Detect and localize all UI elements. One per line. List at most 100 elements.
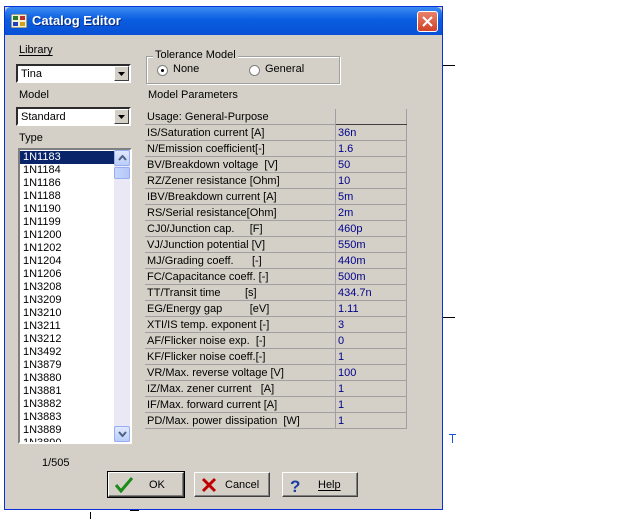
parameter-value[interactable]: 550m <box>335 236 407 253</box>
ok-label: OK <box>149 479 165 491</box>
parameter-name: XTI/IS temp. exponent [-] <box>145 316 336 333</box>
background-line <box>452 434 453 443</box>
type-list-item[interactable]: 1N1206 <box>20 268 116 281</box>
parameter-row[interactable]: BV/Breakdown voltage [V] 50 <box>145 156 407 173</box>
parameter-row[interactable]: AF/Flicker noise exp. [-] 0 <box>145 332 407 349</box>
ok-button[interactable]: OK <box>107 471 185 498</box>
parameter-row[interactable]: KF/Flicker noise coeff.[-] 1 <box>145 348 407 365</box>
tolerance-general-label[interactable]: General <box>265 63 304 75</box>
parameter-row[interactable]: VR/Max. reverse voltage [V] 100 <box>145 364 407 381</box>
parameter-row[interactable]: CJ0/Junction cap. [F] 460p <box>145 220 407 237</box>
parameter-row[interactable]: N/Emission coefficient[-] 1.6 <box>145 140 407 157</box>
tolerance-none-radio[interactable] <box>157 65 168 76</box>
parameter-row[interactable]: RS/Serial resistance[Ohm] 2m <box>145 204 407 221</box>
type-list-item[interactable]: 1N3881 <box>20 385 116 398</box>
type-list-item[interactable]: 1N3882 <box>20 398 116 411</box>
catalog-app-icon <box>11 14 27 28</box>
cancel-button[interactable]: Cancel <box>194 472 270 497</box>
close-button[interactable] <box>417 11 438 32</box>
library-dropdown-button[interactable] <box>114 66 129 81</box>
parameter-value[interactable]: 100 <box>335 364 407 381</box>
cancel-label: Cancel <box>225 479 260 491</box>
parameter-name: N/Emission coefficient[-] <box>145 140 336 157</box>
parameter-value[interactable]: 2m <box>335 204 407 221</box>
type-list-item[interactable]: 1N1204 <box>20 255 116 268</box>
parameter-row[interactable]: EG/Energy gap [eV] 1.11 <box>145 300 407 317</box>
chevron-down-icon <box>118 431 127 437</box>
type-list-item[interactable]: 1N3880 <box>20 372 116 385</box>
library-select[interactable]: Tina <box>16 64 131 83</box>
scroll-up-button[interactable] <box>114 150 130 166</box>
type-list-item[interactable]: 1N3208 <box>20 281 116 294</box>
parameter-value[interactable]: 434.7n <box>335 284 407 301</box>
type-list-item[interactable]: 1N1200 <box>20 229 116 242</box>
type-list-item[interactable]: 1N3883 <box>20 411 116 424</box>
type-list-item[interactable]: 1N3209 <box>20 294 116 307</box>
parameter-value[interactable]: 0 <box>335 332 407 349</box>
parameter-value[interactable]: 460p <box>335 220 407 237</box>
type-list-item[interactable]: 1N3890 <box>20 437 116 442</box>
parameter-value[interactable]: 440m <box>335 252 407 269</box>
parameter-row[interactable]: IS/Saturation current [A] 36n <box>145 124 407 141</box>
type-list-item[interactable]: 1N1188 <box>20 190 116 203</box>
parameter-value[interactable]: 500m <box>335 268 407 285</box>
parameter-row[interactable]: VJ/Junction potential [V] 550m <box>145 236 407 253</box>
parameter-value[interactable]: 10 <box>335 172 407 189</box>
type-listbox[interactable]: 1N1183 1N1184 1N1186 1N1188 1N1190 1N1199 1N12… <box>18 148 132 444</box>
parameter-value[interactable]: 36n <box>335 124 407 141</box>
type-list-item[interactable]: 1N1202 <box>20 242 116 255</box>
type-list-item[interactable]: 1N3889 <box>20 424 116 437</box>
help-button[interactable]: ? Help <box>282 472 358 497</box>
parameter-row[interactable]: MJ/Grading coeff. [-] 440m <box>145 252 407 269</box>
scroll-down-button[interactable] <box>114 426 130 442</box>
parameter-name: RS/Serial resistance[Ohm] <box>145 204 336 221</box>
parameter-row[interactable]: IBV/Breakdown current [A] 5m <box>145 188 407 205</box>
type-list-item[interactable]: 1N3492 <box>20 346 116 359</box>
parameter-value[interactable]: 3 <box>335 316 407 333</box>
parameter-name: FC/Capacitance coeff. [-] <box>145 268 336 285</box>
parameter-value[interactable]: 1 <box>335 396 407 413</box>
parameter-row[interactable]: RZ/Zener resistance [Ohm] 10 <box>145 172 407 189</box>
parameter-value[interactable]: 5m <box>335 188 407 205</box>
tolerance-general-radio[interactable] <box>249 65 260 76</box>
parameter-value[interactable]: 50 <box>335 156 407 173</box>
type-list-item[interactable]: 1N1199 <box>20 216 116 229</box>
model-parameters-grid: Usage: General-Purpose IS/Saturation cur… <box>145 109 407 429</box>
parameter-row[interactable]: IZ/Max. zener current [A] 1 <box>145 380 407 397</box>
parameter-value[interactable]: 1.6 <box>335 140 407 157</box>
type-list-item[interactable]: 1N1183 <box>20 151 116 164</box>
type-list-item[interactable]: 1N3210 <box>20 307 116 320</box>
chevron-down-icon <box>118 115 125 119</box>
type-position: 1/505 <box>42 457 70 469</box>
type-list-item[interactable]: 1N1186 <box>20 177 116 190</box>
parameter-row[interactable]: XTI/IS temp. exponent [-] 3 <box>145 316 407 333</box>
parameter-row[interactable]: PD/Max. power dissipation [W] 1 <box>145 412 407 429</box>
model-select[interactable]: Standard <box>16 107 131 126</box>
type-list-item[interactable]: 1N3211 <box>20 320 116 333</box>
type-list-item[interactable]: 1N1184 <box>20 164 116 177</box>
parameter-name: IBV/Breakdown current [A] <box>145 188 336 205</box>
title-bar[interactable]: Catalog Editor <box>5 7 442 35</box>
parameter-name: CJ0/Junction cap. [F] <box>145 220 336 237</box>
parameter-name: TT/Transit time [s] <box>145 284 336 301</box>
tolerance-none-label[interactable]: None <box>173 63 199 75</box>
model-dropdown-button[interactable] <box>114 109 129 124</box>
type-list-item[interactable]: 1N3212 <box>20 333 116 346</box>
type-label: Type <box>19 132 43 144</box>
parameter-name: MJ/Grading coeff. [-] <box>145 252 336 269</box>
close-icon <box>422 16 433 27</box>
parameter-value[interactable]: 1 <box>335 348 407 365</box>
question-icon: ? <box>290 477 300 494</box>
type-list-item[interactable]: 1N3879 <box>20 359 116 372</box>
parameter-name: IZ/Max. zener current [A] <box>145 380 336 397</box>
tolerance-model-group: Tolerance Model None General <box>146 49 340 84</box>
type-list-item[interactable]: 1N1190 <box>20 203 116 216</box>
scroll-thumb[interactable] <box>114 167 130 179</box>
type-scrollbar[interactable] <box>114 150 130 442</box>
parameter-row[interactable]: FC/Capacitance coeff. [-] 500m <box>145 268 407 285</box>
parameter-row[interactable]: TT/Transit time [s] 434.7n <box>145 284 407 301</box>
parameter-row[interactable]: IF/Max. forward current [A] 1 <box>145 396 407 413</box>
parameter-value[interactable]: 1.11 <box>335 300 407 317</box>
parameter-value[interactable]: 1 <box>335 412 407 429</box>
parameter-value[interactable]: 1 <box>335 380 407 397</box>
